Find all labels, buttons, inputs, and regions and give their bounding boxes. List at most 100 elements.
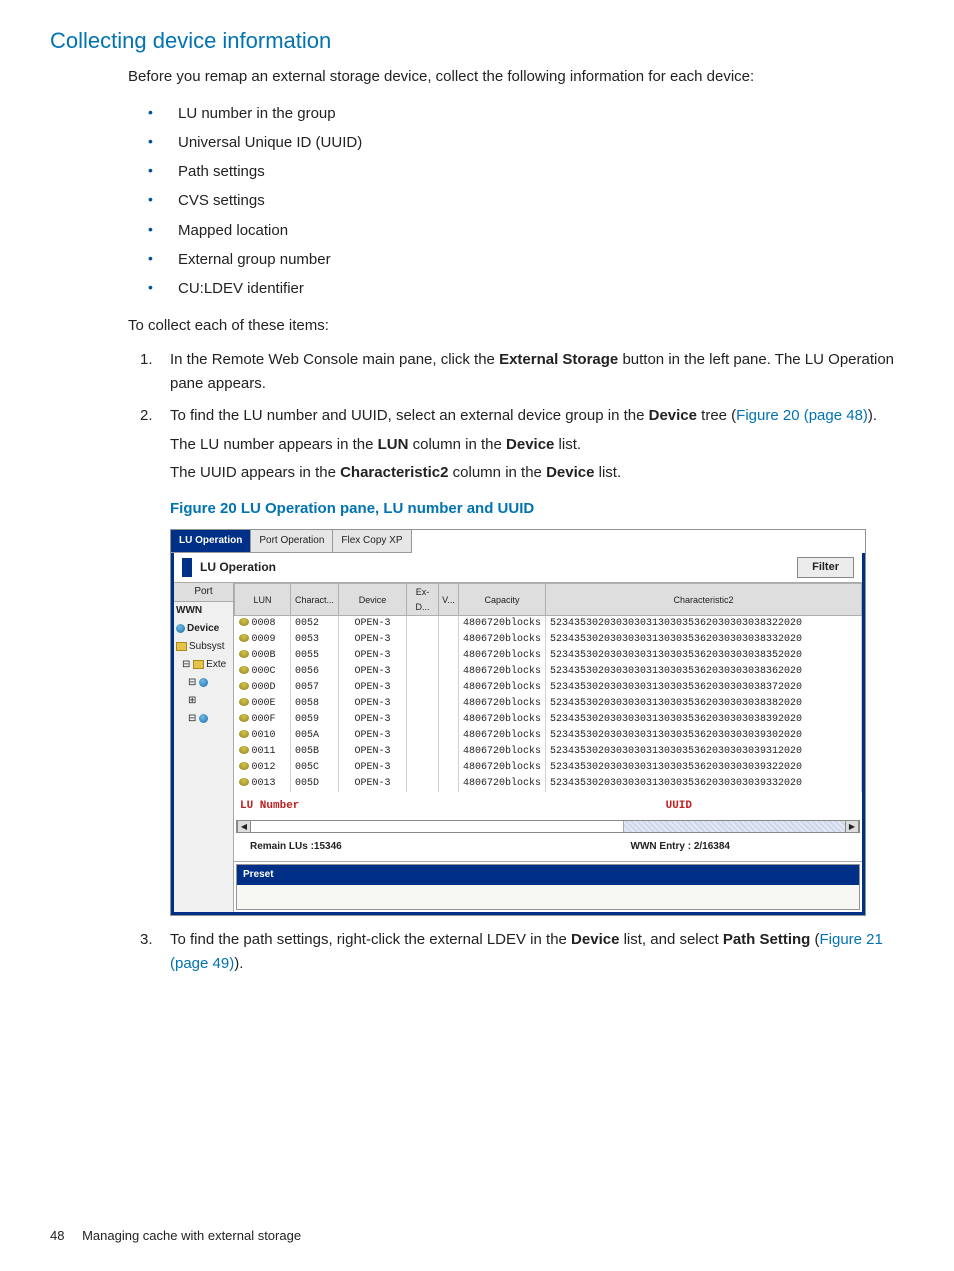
- page-footer: 48 Managing cache with external storage: [50, 1228, 301, 1243]
- table-row[interactable]: 000B0055OPEN-34806720blocks5234353020303…: [235, 648, 862, 664]
- table-row[interactable]: 0011005BOPEN-34806720blocks5234353020303…: [235, 744, 862, 760]
- step-text: To find the LU number and UUID, select a…: [170, 407, 649, 424]
- tree-expander-icon[interactable]: ⊟: [182, 659, 190, 670]
- col-lun[interactable]: LUN: [235, 584, 291, 616]
- status-bar: Remain LUs :15346 WWN Entry : 2/16384: [234, 835, 862, 862]
- table-row[interactable]: 000E0058OPEN-34806720blocks5234353020303…: [235, 696, 862, 712]
- info-bullet-list: LU number in the group Universal Unique …: [128, 99, 904, 304]
- disk-icon: [239, 650, 249, 658]
- sub-text: The LU number appears in the: [170, 436, 378, 453]
- scroll-right-arrow-icon[interactable]: ▶: [845, 821, 859, 832]
- table-row[interactable]: 000F0059OPEN-34806720blocks5234353020303…: [235, 712, 862, 728]
- table-header-row: LUN Charact... Device Ex-D... V... Capac…: [235, 584, 862, 616]
- ui-term: Device: [546, 464, 594, 481]
- col-characteristic1[interactable]: Charact...: [291, 584, 339, 616]
- device-tree-sidebar[interactable]: Port WWN Device Subsyst ⊟ Exte ⊟ ⊞ ⊟: [174, 583, 234, 911]
- annotation-row: LU Number UUID: [234, 792, 862, 816]
- step-text: ).: [868, 407, 877, 424]
- col-characteristic2[interactable]: Characteristic2: [546, 584, 862, 616]
- collect-lead: To collect each of these items:: [128, 315, 904, 338]
- table-row[interactable]: 000C0056OPEN-34806720blocks5234353020303…: [235, 664, 862, 680]
- ui-term: Device: [571, 931, 619, 948]
- step-text: ).: [234, 955, 243, 972]
- disk-icon: [239, 714, 249, 722]
- sidebar-item-node[interactable]: ⊞: [174, 692, 233, 710]
- section-title: Collecting device information: [50, 28, 904, 54]
- ui-term: Device: [649, 407, 697, 424]
- tab-lu-operation[interactable]: LU Operation: [171, 530, 251, 553]
- step-text: In the Remote Web Console main pane, cli…: [170, 351, 499, 368]
- step-text: To find the path settings, right-click t…: [170, 931, 571, 948]
- sidebar-column-header: Port: [174, 583, 233, 602]
- list-item: CU:LDEV identifier: [128, 274, 904, 303]
- disk-icon: [239, 618, 249, 626]
- step-text: (: [810, 931, 819, 948]
- pane-title: LU Operation: [182, 558, 276, 577]
- xref-link[interactable]: Figure 20 (page 48): [736, 407, 868, 424]
- col-capacity[interactable]: Capacity: [459, 584, 546, 616]
- chapter-title: Managing cache with external storage: [82, 1228, 301, 1243]
- scroll-left-arrow-icon[interactable]: ◀: [237, 821, 251, 832]
- disk-icon: [239, 666, 249, 674]
- col-device[interactable]: Device: [339, 584, 407, 616]
- figure-caption: Figure 20 LU Operation pane, LU number a…: [170, 497, 904, 521]
- folder-icon: [176, 642, 187, 651]
- preset-body: [237, 885, 859, 909]
- procedure-list: 1. In the Remote Web Console main pane, …: [128, 348, 904, 976]
- list-item: External group number: [128, 245, 904, 274]
- preset-panel: Preset: [236, 864, 860, 910]
- tab-body: LU Operation Filter Port WWN Device Subs…: [171, 553, 865, 915]
- sidebar-item-node[interactable]: ⊟: [174, 674, 233, 692]
- ui-term: LUN: [378, 436, 409, 453]
- list-item: Path settings: [128, 157, 904, 186]
- table-row[interactable]: 0013005DOPEN-34806720blocks5234353020303…: [235, 776, 862, 792]
- list-item: Mapped location: [128, 216, 904, 245]
- table-row[interactable]: 000D0057OPEN-34806720blocks5234353020303…: [235, 680, 862, 696]
- sub-text: list.: [554, 436, 581, 453]
- figure-screenshot: LU Operation Port Operation Flex Copy XP…: [170, 529, 866, 916]
- sidebar-item-wwn[interactable]: WWN: [174, 602, 233, 620]
- tab-flex-copy-xp[interactable]: Flex Copy XP: [333, 530, 411, 553]
- sub-text: The UUID appears in the: [170, 464, 340, 481]
- disk-icon: [239, 634, 249, 642]
- tree-expander-icon[interactable]: ⊟: [188, 713, 196, 724]
- device-table[interactable]: LUN Charact... Device Ex-D... V... Capac…: [234, 583, 862, 792]
- step-number: 2.: [140, 404, 153, 428]
- device-list-pane: LUN Charact... Device Ex-D... V... Capac…: [234, 583, 862, 911]
- sidebar-item-external[interactable]: ⊟ Exte: [174, 656, 233, 674]
- pane-header: LU Operation Filter: [174, 553, 862, 583]
- tab-port-operation[interactable]: Port Operation: [251, 530, 333, 553]
- sidebar-item-node[interactable]: ⊟: [174, 710, 233, 728]
- annotation-lu-number: LU Number: [240, 798, 299, 816]
- col-exd[interactable]: Ex-D...: [407, 584, 439, 616]
- step-3: 3. To find the path settings, right-clic…: [128, 928, 904, 976]
- device-icon: [199, 678, 208, 687]
- step-text: tree (: [697, 407, 736, 424]
- list-item: CVS settings: [128, 186, 904, 215]
- disk-icon: [239, 682, 249, 690]
- page-number: 48: [50, 1228, 64, 1243]
- disk-icon: [239, 762, 249, 770]
- table-row[interactable]: 0010005AOPEN-34806720blocks5234353020303…: [235, 728, 862, 744]
- annotation-uuid: UUID: [666, 798, 692, 816]
- sidebar-item-subsystem[interactable]: Subsyst: [174, 638, 233, 656]
- tree-expander-icon[interactable]: ⊞: [188, 695, 196, 706]
- ui-term: Device: [506, 436, 554, 453]
- wwn-entry-label: WWN Entry : 2/16384: [631, 839, 730, 855]
- horizontal-scrollbar[interactable]: ◀ ▶: [236, 820, 860, 833]
- sidebar-item-device[interactable]: Device: [174, 620, 233, 638]
- col-v[interactable]: V...: [439, 584, 459, 616]
- table-row[interactable]: 00090053OPEN-34806720blocks5234353020303…: [235, 632, 862, 648]
- scrollbar-track[interactable]: [251, 821, 624, 832]
- preset-title: Preset: [237, 865, 859, 885]
- list-item: Universal Unique ID (UUID): [128, 128, 904, 157]
- tree-expander-icon[interactable]: ⊟: [188, 677, 196, 688]
- scrollbar-track[interactable]: [624, 821, 845, 832]
- filter-button[interactable]: Filter: [797, 557, 854, 579]
- list-item: LU number in the group: [128, 99, 904, 128]
- step-number: 3.: [140, 928, 153, 952]
- ui-term: Path Setting: [723, 931, 811, 948]
- ui-term: External Storage: [499, 351, 618, 368]
- table-row[interactable]: 0012005COPEN-34806720blocks5234353020303…: [235, 760, 862, 776]
- table-row[interactable]: 00080052OPEN-34806720blocks5234353020303…: [235, 616, 862, 633]
